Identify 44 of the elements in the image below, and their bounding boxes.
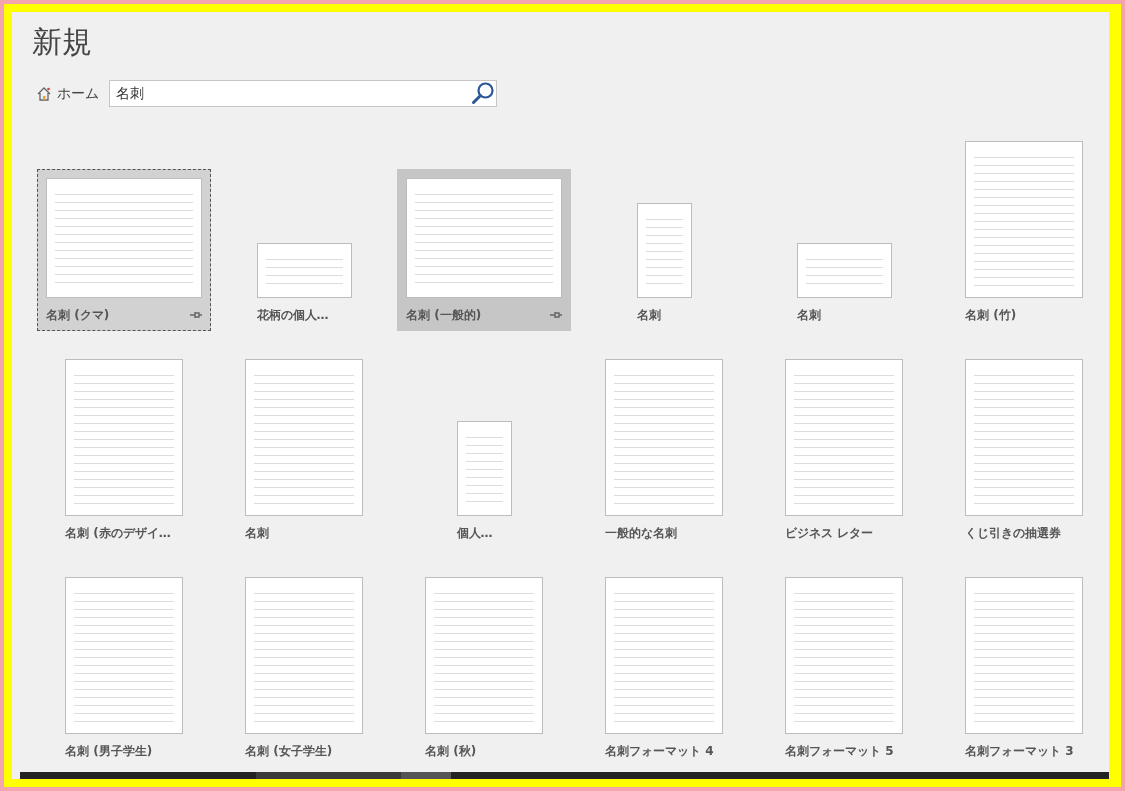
- template-tile[interactable]: 名刺: [787, 234, 901, 331]
- template-tile[interactable]: 名刺 (男子学生): [56, 568, 192, 767]
- template-tile[interactable]: 一般的な名刺: [596, 350, 732, 549]
- page-title: 新規: [32, 23, 93, 61]
- template-tile[interactable]: 花柄の個人…: [247, 234, 361, 331]
- template-tile[interactable]: 名刺 (クマ): [37, 169, 211, 331]
- template-name: 名刺: [245, 524, 269, 542]
- template-tile[interactable]: 名刺: [236, 350, 372, 549]
- template-name: 一般的な名刺: [605, 524, 677, 542]
- template-tile[interactable]: くじ引きの抽選券: [956, 350, 1092, 549]
- template-tile[interactable]: 名刺フォーマット 3: [956, 568, 1092, 767]
- search-field[interactable]: 名刺: [109, 80, 497, 107]
- template-name: 名刺: [796, 306, 821, 324]
- home-link[interactable]: ホーム: [36, 84, 99, 103]
- search-icon[interactable]: [471, 81, 495, 105]
- template-tile[interactable]: ビジネス レター: [776, 350, 912, 549]
- template-tile[interactable]: 名刺 (赤のデザイ…: [56, 350, 192, 549]
- template-tile[interactable]: 名刺 (女子学生): [236, 568, 372, 767]
- template-tile[interactable]: 名刺 (竹): [956, 132, 1092, 331]
- pin-icon[interactable]: [550, 311, 562, 319]
- template-tile[interactable]: 個人…: [447, 412, 521, 549]
- template-name: 名刺フォーマット 5: [785, 742, 894, 760]
- template-name: 名刺フォーマット 3: [965, 742, 1074, 760]
- template-tile[interactable]: 名刺フォーマット 5: [776, 568, 912, 767]
- template-tile[interactable]: 名刺 (秋): [416, 568, 552, 767]
- template-name: ビジネス レター: [785, 524, 874, 542]
- template-name: 名刺 (女子学生): [245, 742, 333, 760]
- template-name: 名刺 (クマ): [46, 306, 110, 324]
- template-name: 花柄の個人…: [256, 306, 329, 324]
- home-icon: [36, 85, 52, 102]
- template-tile[interactable]: 名刺フォーマット 4: [596, 568, 732, 767]
- template-name: 名刺 (秋): [425, 742, 477, 760]
- template-name: 名刺 (一般的): [406, 306, 482, 324]
- template-name: 個人…: [456, 524, 493, 542]
- template-tile[interactable]: 名刺 (一般的): [397, 169, 571, 331]
- scrollbar[interactable]: [20, 772, 1109, 779]
- template-name: 名刺 (男子学生): [65, 742, 153, 760]
- template-name: くじ引きの抽選券: [965, 524, 1061, 542]
- pin-icon[interactable]: [190, 311, 202, 319]
- template-name: 名刺フォーマット 4: [605, 742, 714, 760]
- template-name: 名刺 (赤のデザイ…: [65, 524, 171, 542]
- template-tile[interactable]: 名刺: [627, 194, 701, 331]
- template-name: 名刺 (竹): [965, 306, 1017, 324]
- template-name: 名刺: [636, 306, 661, 324]
